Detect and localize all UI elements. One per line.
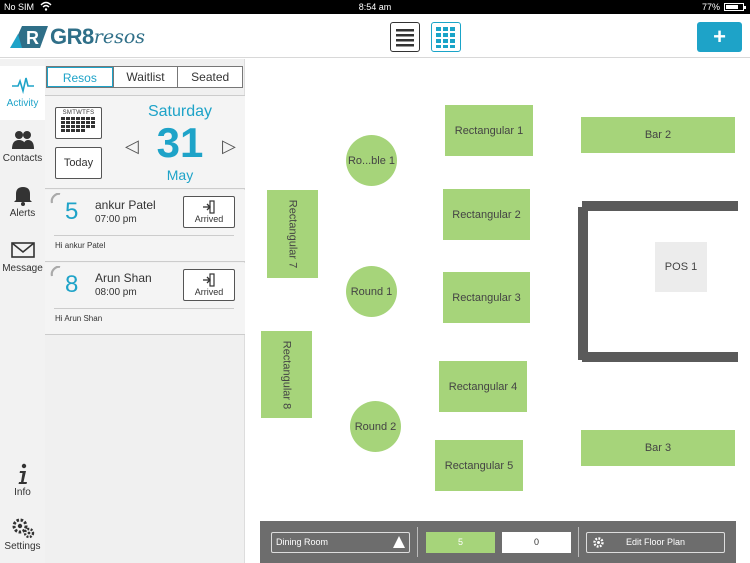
month-name: May bbox=[166, 167, 194, 183]
list-view-button[interactable] bbox=[390, 22, 420, 52]
gear-icon bbox=[593, 537, 604, 548]
arrived-label: Arrived bbox=[194, 287, 224, 297]
divider bbox=[54, 308, 234, 309]
reservation-item[interactable]: 8 Arun Shan 08:00 pm Arrived Hi Arun Sha… bbox=[45, 263, 245, 335]
tab-bar: Resos Waitlist Seated bbox=[46, 66, 243, 88]
toolbar-divider bbox=[578, 527, 579, 557]
nav-item-settings[interactable]: Settings bbox=[0, 509, 45, 563]
tab-waitlist[interactable]: Waitlist bbox=[112, 67, 178, 87]
logo-mark-icon: R bbox=[10, 26, 48, 48]
nav-label-activity: Activity bbox=[6, 98, 39, 109]
room-select-value: Dining Room bbox=[276, 537, 329, 547]
table-round-2[interactable]: Round 2 bbox=[350, 401, 401, 452]
reservation-note: Hi ankur Patel bbox=[55, 241, 106, 250]
calendar-icon bbox=[61, 117, 95, 132]
table-rectangular-7[interactable]: Rectangular 7 bbox=[267, 190, 318, 278]
nav-item-message[interactable]: Message bbox=[0, 231, 45, 285]
table-rectangular-1[interactable]: Rectangular 1 bbox=[445, 105, 533, 156]
bell-icon bbox=[13, 187, 32, 206]
table-rectangular-8[interactable]: Rectangular 8 bbox=[261, 331, 312, 418]
room-select[interactable]: Dining Room bbox=[271, 532, 410, 553]
status-bar: No SIM 8:54 am 77% bbox=[0, 0, 750, 14]
covers-count: 5 bbox=[426, 532, 495, 553]
tab-seated[interactable]: Seated bbox=[177, 67, 242, 87]
phone-icon bbox=[50, 266, 61, 277]
table-round-table-1[interactable]: Ro...ble 1 bbox=[346, 135, 397, 186]
sidebar-nav: Activity Contacts Alerts Message Info Se… bbox=[0, 59, 45, 563]
envelope-icon bbox=[10, 242, 35, 258]
divider bbox=[54, 235, 234, 236]
table-rectangular-4[interactable]: Rectangular 4 bbox=[439, 361, 527, 412]
nav-label-settings: Settings bbox=[4, 541, 41, 552]
grid-view-button[interactable] bbox=[431, 22, 461, 52]
party-size: 8 bbox=[65, 271, 79, 298]
reservation-note: Hi Arun Shan bbox=[55, 314, 103, 323]
counter-wall-top bbox=[582, 201, 738, 211]
reservation-time: 07:00 pm bbox=[95, 214, 137, 225]
nav-item-contacts[interactable]: Contacts bbox=[0, 121, 45, 175]
logo: R GR8 resos bbox=[10, 23, 145, 51]
floor-plan: Rectangular 1 Ro...ble 1 Rectangular 2 R… bbox=[246, 59, 750, 521]
toolbar-divider bbox=[417, 527, 418, 557]
add-button[interactable]: + bbox=[697, 22, 742, 52]
calendar-button[interactable]: SMTWTFS bbox=[55, 107, 102, 139]
today-button[interactable]: Today bbox=[55, 147, 102, 179]
reservation-item[interactable]: 5 ankur Patel 07:00 pm Arrived Hi ankur … bbox=[45, 190, 245, 262]
arrived-button[interactable]: Arrived bbox=[183, 196, 235, 228]
svg-text:R: R bbox=[26, 28, 39, 48]
phone-icon bbox=[50, 193, 61, 204]
reservation-time: 08:00 pm bbox=[95, 287, 137, 298]
nav-item-activity[interactable]: Activity bbox=[0, 66, 45, 120]
battery-percent: 77% bbox=[701, 2, 720, 12]
contacts-icon bbox=[11, 131, 34, 149]
party-size: 5 bbox=[65, 198, 79, 225]
logo-text: GR8 bbox=[50, 24, 94, 49]
reservations-panel: Resos Waitlist Seated SMTWTFS Today ◁ ▷ bbox=[45, 59, 245, 563]
guest-name: ankur Patel bbox=[95, 198, 156, 212]
clock: 8:54 am bbox=[358, 2, 392, 12]
edit-floor-plan-label: Edit Floor Plan bbox=[625, 537, 686, 547]
table-bar-3[interactable]: Bar 3 bbox=[581, 430, 735, 466]
counter-wall-bottom bbox=[582, 352, 738, 362]
table-round-1[interactable]: Round 1 bbox=[346, 266, 397, 317]
waiting-count: 0 bbox=[502, 532, 571, 553]
guest-name: Arun Shan bbox=[95, 271, 152, 285]
table-bar-2[interactable]: Bar 2 bbox=[581, 117, 735, 153]
tab-resos[interactable]: Resos bbox=[47, 67, 113, 87]
pos-station[interactable]: POS 1 bbox=[655, 242, 707, 292]
door-enter-icon bbox=[203, 273, 215, 287]
logo-text-italic: resos bbox=[93, 26, 146, 48]
nav-item-alerts[interactable]: Alerts bbox=[0, 176, 45, 230]
edit-floor-plan-button[interactable]: Edit Floor Plan bbox=[586, 532, 725, 553]
triangle-up-icon bbox=[393, 536, 405, 548]
arrived-button[interactable]: Arrived bbox=[183, 269, 235, 301]
arrived-label: Arrived bbox=[194, 214, 224, 224]
floor-toolbar: Dining Room 5 0 Edit Floor Plan bbox=[260, 521, 736, 563]
grid-icon bbox=[436, 27, 455, 48]
gear-icon bbox=[12, 518, 34, 539]
table-rectangular-2[interactable]: Rectangular 2 bbox=[443, 189, 530, 240]
nav-label-alerts: Alerts bbox=[9, 208, 36, 219]
nav-label-contacts: Contacts bbox=[2, 153, 43, 164]
list-icon bbox=[396, 29, 414, 47]
table-rectangular-5[interactable]: Rectangular 5 bbox=[435, 440, 523, 491]
info-icon bbox=[18, 463, 27, 484]
table-rectangular-3[interactable]: Rectangular 3 bbox=[443, 272, 530, 323]
counter-wall-left bbox=[578, 207, 588, 360]
date-selector: SMTWTFS Today ◁ ▷ Saturday 31 May bbox=[45, 95, 245, 189]
app-header: R GR8 resos + bbox=[0, 14, 750, 58]
nav-item-info[interactable]: Info bbox=[0, 455, 45, 509]
activity-icon bbox=[11, 77, 34, 95]
door-enter-icon bbox=[203, 200, 215, 214]
nav-label-message: Message bbox=[2, 263, 43, 274]
day-number: 31 bbox=[156, 119, 204, 166]
battery-icon bbox=[724, 3, 746, 11]
nav-label-info: Info bbox=[14, 487, 31, 498]
